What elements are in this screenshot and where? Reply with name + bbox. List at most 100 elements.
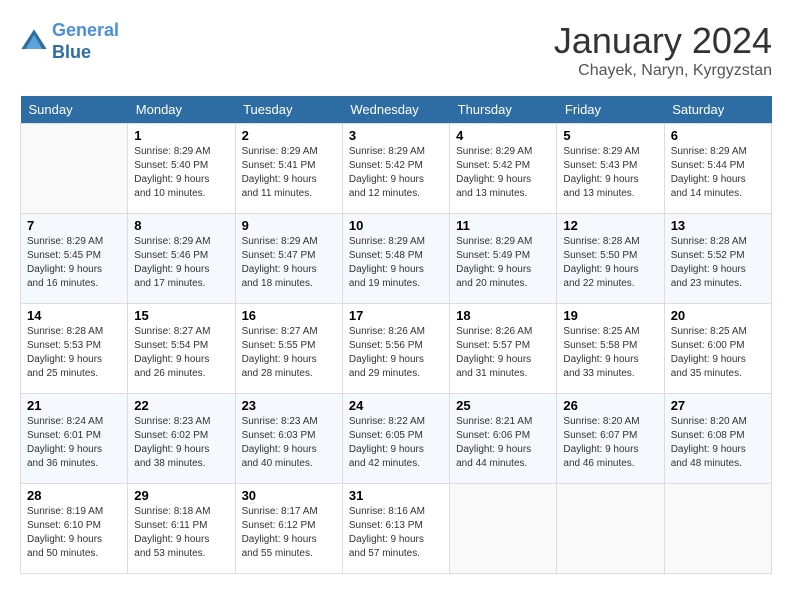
day-info: Sunrise: 8:27 AMSunset: 5:54 PMDaylight:… bbox=[134, 325, 228, 381]
calendar-header: SundayMondayTuesdayWednesdayThursdayFrid… bbox=[21, 96, 772, 124]
logo-line2: Blue bbox=[52, 42, 91, 62]
day-cell: 7 Sunrise: 8:29 AMSunset: 5:45 PMDaylight… bbox=[21, 214, 128, 304]
day-number: 14 bbox=[27, 308, 121, 323]
day-info: Sunrise: 8:29 AMSunset: 5:44 PMDaylight:… bbox=[671, 145, 765, 201]
day-info: Sunrise: 8:29 AMSunset: 5:48 PMDaylight:… bbox=[349, 235, 443, 291]
day-cell: 20 Sunrise: 8:25 AMSunset: 6:00 PMDayligh… bbox=[664, 304, 771, 394]
day-info: Sunrise: 8:29 AMSunset: 5:41 PMDaylight:… bbox=[242, 145, 336, 201]
day-number: 8 bbox=[134, 218, 228, 233]
day-number: 26 bbox=[563, 398, 657, 413]
day-info: Sunrise: 8:27 AMSunset: 5:55 PMDaylight:… bbox=[242, 325, 336, 381]
day-info: Sunrise: 8:26 AMSunset: 5:56 PMDaylight:… bbox=[349, 325, 443, 381]
week-row-3: 14 Sunrise: 8:28 AMSunset: 5:53 PMDayligh… bbox=[21, 304, 772, 394]
day-number: 13 bbox=[671, 218, 765, 233]
day-cell: 30 Sunrise: 8:17 AMSunset: 6:12 PMDayligh… bbox=[235, 484, 342, 574]
week-row-1: 1 Sunrise: 8:29 AMSunset: 5:40 PMDaylight… bbox=[21, 124, 772, 214]
day-number: 1 bbox=[134, 128, 228, 143]
day-info: Sunrise: 8:18 AMSunset: 6:11 PMDaylight:… bbox=[134, 505, 228, 561]
day-number: 24 bbox=[349, 398, 443, 413]
header-row: SundayMondayTuesdayWednesdayThursdayFrid… bbox=[21, 96, 772, 124]
day-cell: 28 Sunrise: 8:19 AMSunset: 6:10 PMDayligh… bbox=[21, 484, 128, 574]
day-cell: 8 Sunrise: 8:29 AMSunset: 5:46 PMDaylight… bbox=[128, 214, 235, 304]
day-number: 25 bbox=[456, 398, 550, 413]
calendar-body: 1 Sunrise: 8:29 AMSunset: 5:40 PMDaylight… bbox=[21, 124, 772, 574]
day-number: 29 bbox=[134, 488, 228, 503]
day-info: Sunrise: 8:20 AMSunset: 6:08 PMDaylight:… bbox=[671, 415, 765, 471]
month-year: January 2024 bbox=[554, 20, 772, 62]
day-cell: 22 Sunrise: 8:23 AMSunset: 6:02 PMDayligh… bbox=[128, 394, 235, 484]
logo-line1: General bbox=[52, 20, 119, 40]
day-info: Sunrise: 8:22 AMSunset: 6:05 PMDaylight:… bbox=[349, 415, 443, 471]
day-cell: 10Sunrise: 8:29 AMSunset: 5:48 PMDayligh… bbox=[342, 214, 449, 304]
day-info: Sunrise: 8:28 AMSunset: 5:50 PMDaylight:… bbox=[563, 235, 657, 291]
day-info: Sunrise: 8:19 AMSunset: 6:10 PMDaylight:… bbox=[27, 505, 121, 561]
day-info: Sunrise: 8:29 AMSunset: 5:47 PMDaylight:… bbox=[242, 235, 336, 291]
day-number: 22 bbox=[134, 398, 228, 413]
location: Chayek, Naryn, Kyrgyzstan bbox=[554, 62, 772, 80]
day-cell: 27Sunrise: 8:20 AMSunset: 6:08 PMDayligh… bbox=[664, 394, 771, 484]
day-info: Sunrise: 8:29 AMSunset: 5:40 PMDaylight:… bbox=[134, 145, 228, 201]
day-info: Sunrise: 8:29 AMSunset: 5:42 PMDaylight:… bbox=[349, 145, 443, 201]
day-cell: 15 Sunrise: 8:27 AMSunset: 5:54 PMDayligh… bbox=[128, 304, 235, 394]
weekday-header-saturday: Saturday bbox=[664, 96, 771, 124]
day-info: Sunrise: 8:23 AMSunset: 6:02 PMDaylight:… bbox=[134, 415, 228, 471]
weekday-header-thursday: Thursday bbox=[450, 96, 557, 124]
logo-text: General Blue bbox=[52, 20, 119, 63]
day-cell: 18 Sunrise: 8:26 AMSunset: 5:57 PMDayligh… bbox=[450, 304, 557, 394]
day-number: 6 bbox=[671, 128, 765, 143]
day-cell: 6 Sunrise: 8:29 AMSunset: 5:44 PMDaylight… bbox=[664, 124, 771, 214]
weekday-header-tuesday: Tuesday bbox=[235, 96, 342, 124]
day-info: Sunrise: 8:28 AMSunset: 5:53 PMDaylight:… bbox=[27, 325, 121, 381]
day-cell bbox=[450, 484, 557, 574]
day-cell: 14 Sunrise: 8:28 AMSunset: 5:53 PMDayligh… bbox=[21, 304, 128, 394]
weekday-header-wednesday: Wednesday bbox=[342, 96, 449, 124]
day-info: Sunrise: 8:29 AMSunset: 5:45 PMDaylight:… bbox=[27, 235, 121, 291]
day-number: 19 bbox=[563, 308, 657, 323]
day-cell: 9 Sunrise: 8:29 AMSunset: 5:47 PMDaylight… bbox=[235, 214, 342, 304]
day-info: Sunrise: 8:29 AMSunset: 5:43 PMDaylight:… bbox=[563, 145, 657, 201]
day-number: 18 bbox=[456, 308, 550, 323]
day-info: Sunrise: 8:24 AMSunset: 6:01 PMDaylight:… bbox=[27, 415, 121, 471]
day-info: Sunrise: 8:17 AMSunset: 6:12 PMDaylight:… bbox=[242, 505, 336, 561]
day-info: Sunrise: 8:16 AMSunset: 6:13 PMDaylight:… bbox=[349, 505, 443, 561]
day-cell bbox=[664, 484, 771, 574]
day-number: 11 bbox=[456, 218, 550, 233]
day-cell: 25 Sunrise: 8:21 AMSunset: 6:06 PMDayligh… bbox=[450, 394, 557, 484]
day-info: Sunrise: 8:29 AMSunset: 5:49 PMDaylight:… bbox=[456, 235, 550, 291]
logo-icon bbox=[20, 28, 48, 56]
day-info: Sunrise: 8:25 AMSunset: 5:58 PMDaylight:… bbox=[563, 325, 657, 381]
day-cell: 4Sunrise: 8:29 AMSunset: 5:42 PMDaylight… bbox=[450, 124, 557, 214]
day-number: 23 bbox=[242, 398, 336, 413]
day-info: Sunrise: 8:25 AMSunset: 6:00 PMDaylight:… bbox=[671, 325, 765, 381]
day-info: Sunrise: 8:29 AMSunset: 5:46 PMDaylight:… bbox=[134, 235, 228, 291]
day-number: 7 bbox=[27, 218, 121, 233]
day-cell: 17Sunrise: 8:26 AMSunset: 5:56 PMDayligh… bbox=[342, 304, 449, 394]
day-number: 2 bbox=[242, 128, 336, 143]
day-info: Sunrise: 8:28 AMSunset: 5:52 PMDaylight:… bbox=[671, 235, 765, 291]
logo: General Blue bbox=[20, 20, 119, 63]
day-cell: 26 Sunrise: 8:20 AMSunset: 6:07 PMDayligh… bbox=[557, 394, 664, 484]
day-info: Sunrise: 8:20 AMSunset: 6:07 PMDaylight:… bbox=[563, 415, 657, 471]
week-row-2: 7 Sunrise: 8:29 AMSunset: 5:45 PMDaylight… bbox=[21, 214, 772, 304]
day-cell bbox=[21, 124, 128, 214]
page-header: General Blue January 2024 Chayek, Naryn,… bbox=[20, 20, 772, 80]
day-number: 20 bbox=[671, 308, 765, 323]
day-number: 15 bbox=[134, 308, 228, 323]
day-cell: 3 Sunrise: 8:29 AMSunset: 5:42 PMDaylight… bbox=[342, 124, 449, 214]
day-number: 3 bbox=[349, 128, 443, 143]
day-number: 21 bbox=[27, 398, 121, 413]
day-number: 30 bbox=[242, 488, 336, 503]
calendar-table: SundayMondayTuesdayWednesdayThursdayFrid… bbox=[20, 96, 772, 574]
title-block: January 2024 Chayek, Naryn, Kyrgyzstan bbox=[554, 20, 772, 80]
day-cell: 24 Sunrise: 8:22 AMSunset: 6:05 PMDayligh… bbox=[342, 394, 449, 484]
day-cell: 16Sunrise: 8:27 AMSunset: 5:55 PMDayligh… bbox=[235, 304, 342, 394]
day-info: Sunrise: 8:21 AMSunset: 6:06 PMDaylight:… bbox=[456, 415, 550, 471]
day-number: 5 bbox=[563, 128, 657, 143]
day-number: 28 bbox=[27, 488, 121, 503]
day-cell: 29 Sunrise: 8:18 AMSunset: 6:11 PMDayligh… bbox=[128, 484, 235, 574]
day-info: Sunrise: 8:26 AMSunset: 5:57 PMDaylight:… bbox=[456, 325, 550, 381]
day-cell bbox=[557, 484, 664, 574]
day-cell: 21 Sunrise: 8:24 AMSunset: 6:01 PMDayligh… bbox=[21, 394, 128, 484]
day-number: 9 bbox=[242, 218, 336, 233]
weekday-header-monday: Monday bbox=[128, 96, 235, 124]
